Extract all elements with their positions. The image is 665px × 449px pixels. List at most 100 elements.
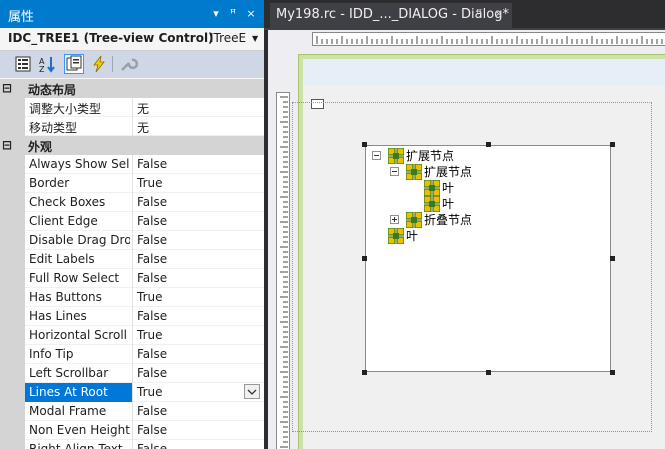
property-value[interactable]: False [137,233,167,247]
tree-node-label[interactable]: 扩展节点 [424,164,472,180]
categorized-button[interactable] [13,54,33,74]
expand-icon[interactable] [390,215,399,224]
property-value[interactable]: False [137,195,167,209]
column-divider[interactable] [132,98,133,117]
property-value[interactable]: False [137,442,167,449]
property-pages-button[interactable] [118,54,139,74]
pin-icon[interactable]: ꟸ [226,7,240,21]
property-row[interactable]: Left Scrollbar False [0,364,264,383]
category-row[interactable]: ⊟ 外观 [0,136,264,155]
tree-node-label[interactable]: 叶 [442,196,454,212]
tree-node-label[interactable]: 扩展节点 [406,148,454,164]
collapse-icon[interactable] [372,151,381,160]
property-row[interactable]: Has Lines False [0,307,264,326]
property-value[interactable]: False [137,214,167,228]
column-divider[interactable] [132,231,133,250]
property-name[interactable]: Lines At Root [25,383,132,402]
object-selector[interactable]: IDC_TREE1 (Tree-view Control) ITreeE ▼ [0,28,264,51]
property-value[interactable]: False [137,309,167,323]
property-name[interactable]: Disable Drag Drop [29,233,130,247]
property-name[interactable]: Always Show Selection [29,157,130,171]
property-row[interactable]: Non Even Height False [0,421,264,440]
collapse-icon[interactable]: ⊟ [2,138,16,152]
property-name[interactable]: Border [29,176,130,190]
column-divider[interactable] [132,421,133,440]
property-row-selected[interactable]: Lines At Root True [0,383,264,402]
property-name[interactable]: Client Edge [29,214,130,228]
property-row[interactable]: 调整大小类型无 [0,98,264,117]
property-value[interactable]: 无 [137,119,149,136]
resize-handle-w[interactable] [362,256,367,261]
property-row[interactable]: Edit Labels False [0,250,264,269]
property-value[interactable]: 无 [137,100,149,117]
resize-handle-sw[interactable] [362,370,367,375]
resize-handle-ne[interactable] [610,142,615,147]
property-name[interactable]: Edit Labels [29,252,130,266]
property-name[interactable]: Has Lines [29,309,130,323]
property-value[interactable]: True [137,290,163,304]
close-icon[interactable]: × [494,7,503,20]
column-divider[interactable] [132,345,133,364]
property-row[interactable]: 移动类型无 [0,117,264,136]
column-divider[interactable] [132,364,133,383]
tree-node-label[interactable]: 叶 [406,228,418,244]
tab-dialog-editor[interactable]: My198.rc - IDD_..._DIALOG - Dialog* ꟸ × [270,3,512,28]
property-value[interactable]: False [137,347,167,361]
property-name[interactable]: Modal Frame [29,404,130,418]
alphabetical-button[interactable]: A Z [37,54,57,74]
property-row[interactable]: Check Boxes False [0,193,264,212]
column-divider[interactable] [132,193,133,212]
property-name[interactable]: Info Tip [29,347,130,361]
column-divider[interactable] [132,326,133,345]
column-divider[interactable] [132,174,133,193]
property-name[interactable]: 调整大小类型 [29,100,130,117]
property-name[interactable]: Non Even Height [29,423,130,437]
properties-button[interactable] [64,54,84,74]
property-name[interactable]: Horizontal Scroll [29,328,130,342]
chevron-down-icon[interactable]: ▼ [252,34,258,43]
column-divider[interactable] [132,155,133,174]
property-value[interactable]: False [137,252,167,266]
column-divider[interactable] [132,212,133,231]
close-icon[interactable]: × [244,7,258,21]
column-divider[interactable] [132,250,133,269]
property-name[interactable]: Right Align Text [29,442,130,449]
property-value[interactable]: False [137,423,167,437]
resize-handle-e[interactable] [610,256,615,261]
property-row[interactable]: Client Edge False [0,212,264,231]
property-row[interactable]: Right Align Text False [0,440,264,449]
column-divider[interactable] [132,288,133,307]
pin-icon[interactable]: ꟸ [476,7,482,20]
property-name[interactable]: 移动类型 [29,119,130,136]
property-value[interactable]: True [137,328,163,342]
column-divider[interactable] [132,402,133,421]
events-button[interactable] [89,54,109,74]
tree-node-label[interactable]: 叶 [442,180,454,196]
collapse-icon[interactable]: ⊟ [2,81,16,95]
property-row[interactable]: Modal Frame False [0,402,264,421]
property-value[interactable]: False [137,157,167,171]
panel-dropdown-button[interactable]: ▾ [209,7,223,21]
property-value[interactable]: True [137,385,163,399]
collapse-icon[interactable] [390,167,399,176]
column-divider[interactable] [132,269,133,288]
property-row[interactable]: Horizontal Scroll True [0,326,264,345]
tree-node-label[interactable]: 折叠节点 [424,212,472,228]
column-divider[interactable] [132,307,133,326]
tree-view-control[interactable]: 扩展节点 扩展节点叶叶折叠节点叶 [365,145,611,372]
property-row[interactable]: Full Row Select False [0,269,264,288]
property-row[interactable]: Border True [0,174,264,193]
resize-handle-n[interactable] [486,142,491,147]
property-name[interactable]: Full Row Select [29,271,130,285]
column-divider[interactable] [132,440,133,449]
resize-handle-se[interactable] [610,370,615,375]
resize-handle-nw[interactable] [362,142,367,147]
property-value[interactable]: False [137,271,167,285]
property-name[interactable]: Has Buttons [29,290,130,304]
property-row[interactable]: Disable Drag Drop False [0,231,264,250]
property-row[interactable]: Has Buttons True [0,288,264,307]
resize-handle-s[interactable] [486,370,491,375]
property-row[interactable]: Always Show Selection False [0,155,264,174]
column-divider[interactable] [132,383,133,402]
property-name[interactable]: Check Boxes [29,195,130,209]
